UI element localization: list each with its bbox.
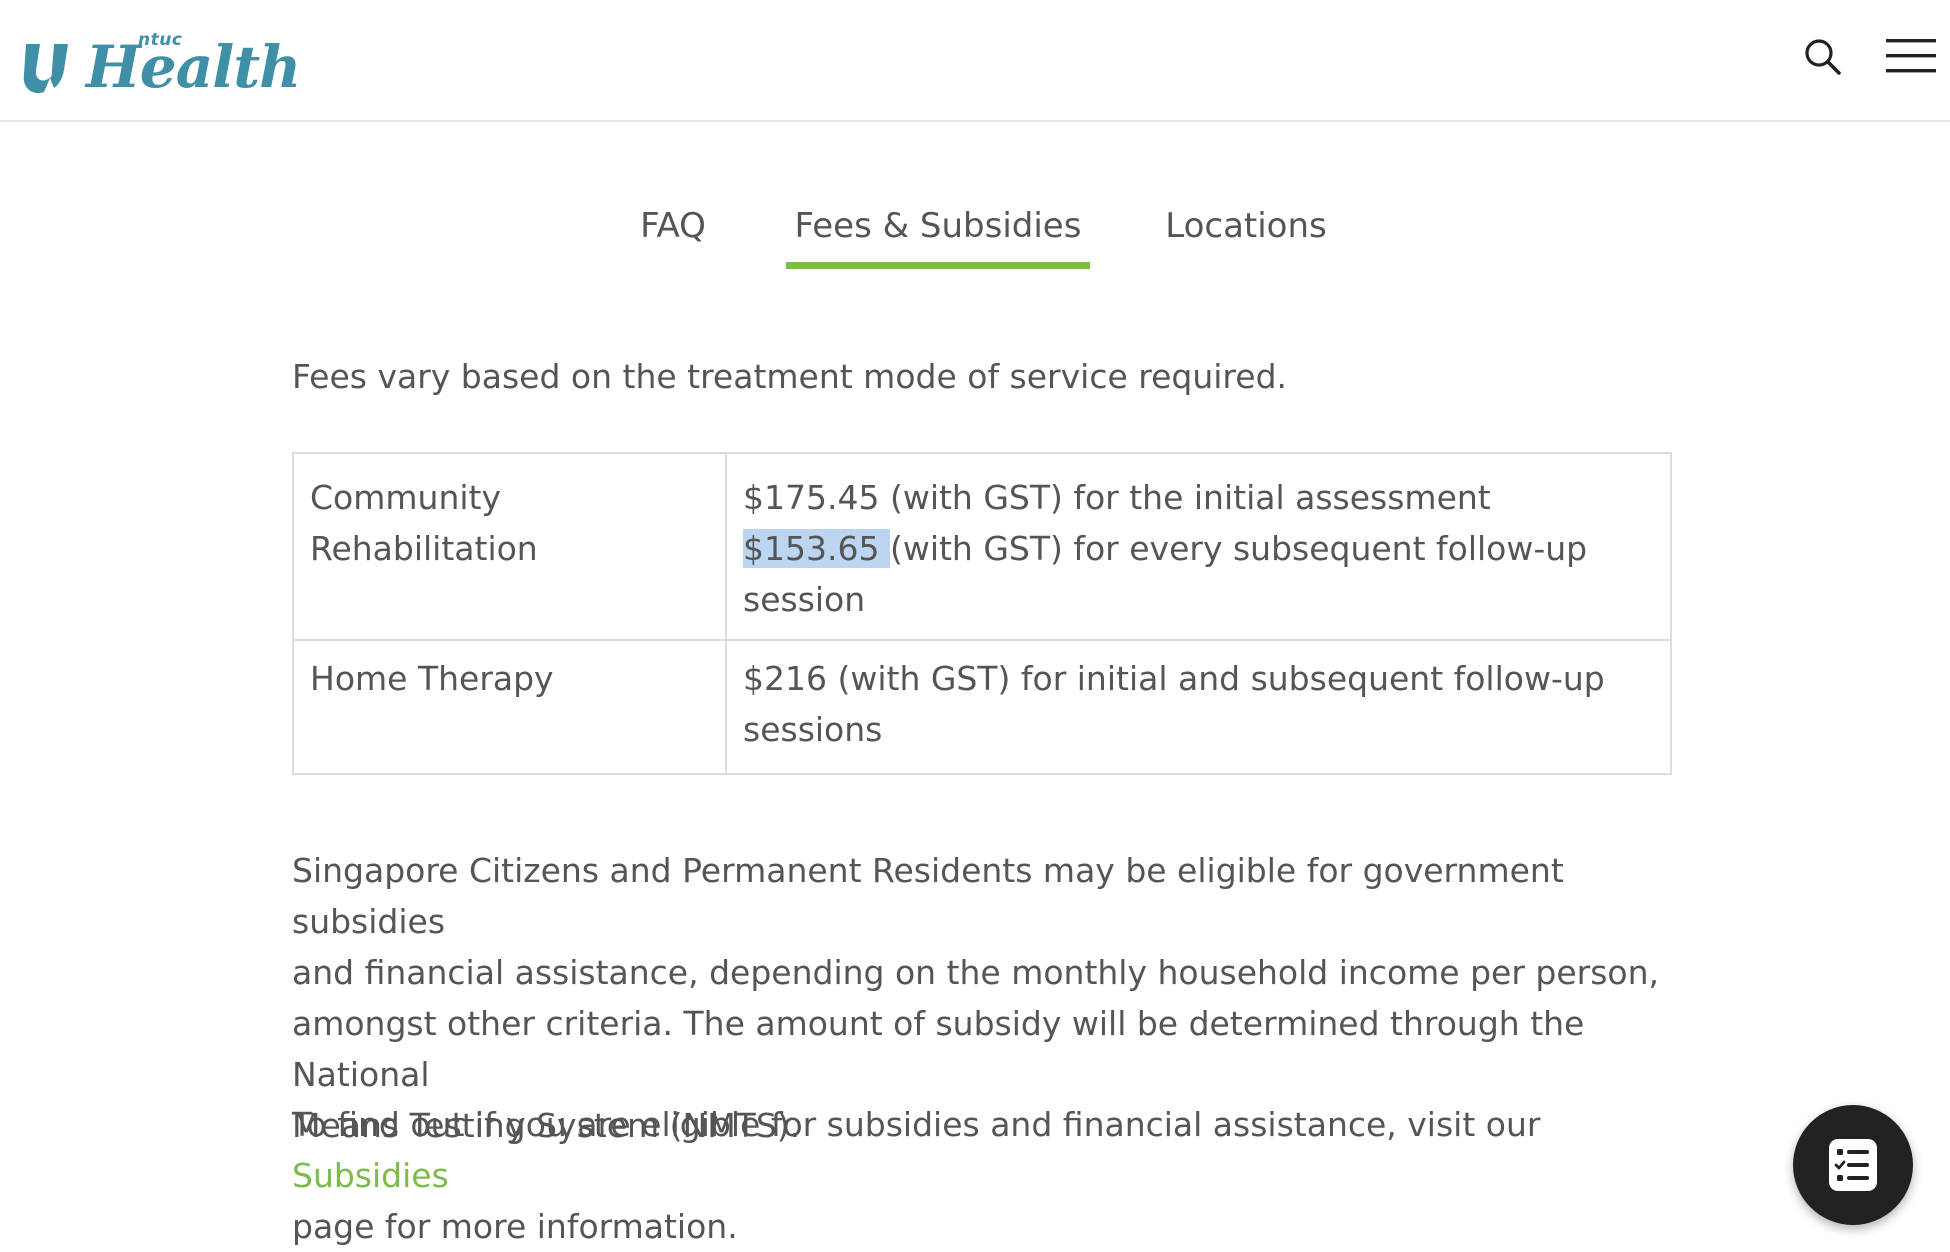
tab-locations[interactable]: Locations (1150, 190, 1342, 272)
paragraph-line: amongst other criteria. The amount of su… (292, 1004, 1585, 1094)
tab-faq[interactable]: FAQ (620, 190, 726, 272)
logo-health-text: Health (86, 33, 301, 101)
service-name-line: Rehabilitation (310, 529, 538, 568)
search-button[interactable] (1800, 34, 1846, 80)
section-tabs: FAQ Fees & Subsidies Locations (0, 190, 1950, 272)
fee-line: session (743, 580, 866, 619)
tab-fees-subsidies[interactable]: Fees & Subsidies (786, 190, 1090, 272)
paragraph-line: and financial assistance, depending on t… (292, 953, 1659, 992)
selected-text-highlight[interactable]: $153.65 (743, 529, 890, 568)
checklist-icon (1829, 1139, 1877, 1191)
table-row: Home Therapy $216 (with GST) for initial… (292, 639, 1672, 775)
fee-line-rest: (with GST) for every subsequent follow-u… (889, 529, 1588, 568)
paragraph-line: To find out if you are eligible for subs… (292, 1099, 1672, 1201)
fee-cell: $175.45 (with GST) for the initial asses… (725, 452, 1672, 641)
fee-line: $153.65 (with GST) for every subsequent … (743, 523, 1654, 574)
paragraph-line: page for more information. (292, 1207, 738, 1246)
paragraph-line: Singapore Citizens and Permanent Residen… (292, 851, 1564, 941)
floating-checklist-button[interactable] (1793, 1105, 1913, 1225)
logo-wordmark: ntuc Health (86, 30, 301, 101)
fee-line: $175.45 (with GST) for the initial asses… (743, 478, 1491, 517)
eligibility-text: To find out if you are eligible for subs… (292, 1105, 1541, 1144)
service-name-line: Community (310, 478, 501, 517)
service-cell: Home Therapy (292, 639, 727, 775)
service-name-line: Home Therapy (310, 659, 554, 698)
ntuc-health-logo[interactable]: ntuc Health (20, 26, 301, 101)
fees-table: Community Rehabilitation $175.45 (with G… (292, 452, 1672, 775)
logo-u-mark-icon (23, 44, 68, 94)
menu-button[interactable] (1882, 34, 1938, 80)
fee-line: $216 (with GST) for initial and subseque… (743, 659, 1605, 698)
site-header: ntuc Health (0, 0, 1950, 122)
fee-line: sessions (743, 710, 883, 749)
fees-intro-text: Fees vary based on the treatment mode of… (292, 357, 1288, 396)
logo-ntuc-text: ntuc (138, 30, 183, 50)
eligibility-paragraph: To find out if you are eligible for subs… (292, 1099, 1672, 1252)
fee-cell: $216 (with GST) for initial and subseque… (725, 639, 1672, 775)
table-row: Community Rehabilitation $175.45 (with G… (292, 452, 1672, 641)
subsidies-link[interactable]: Subsidies (292, 1156, 449, 1195)
search-icon (1805, 39, 1841, 75)
active-tab-indicator (786, 262, 1090, 269)
service-cell: Community Rehabilitation (292, 452, 727, 641)
hamburger-menu-icon (1886, 39, 1936, 73)
